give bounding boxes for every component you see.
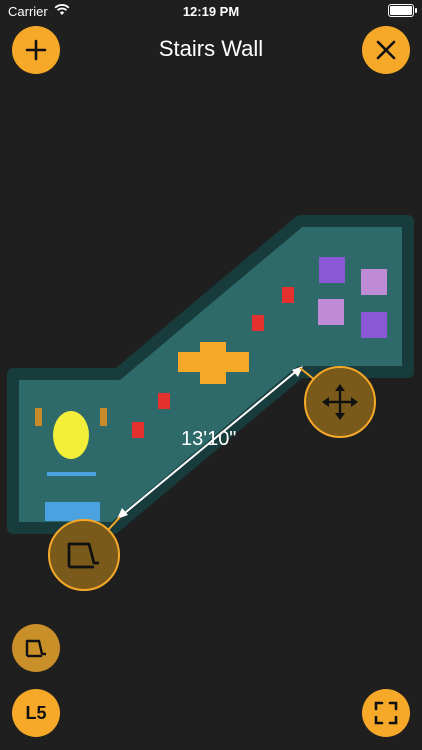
measurement-label: 13'10" bbox=[181, 428, 237, 450]
purple-square-2[interactable] bbox=[361, 312, 387, 338]
fullscreen-button[interactable] bbox=[362, 689, 410, 737]
orange-marker-left[interactable] bbox=[35, 408, 42, 426]
corner-handle[interactable] bbox=[48, 519, 120, 591]
blue-strip[interactable] bbox=[47, 472, 96, 476]
level-button[interactable]: L5 bbox=[12, 689, 60, 737]
lilac-square-1[interactable] bbox=[361, 269, 387, 295]
red-marker-3[interactable] bbox=[252, 315, 264, 331]
move-handle[interactable] bbox=[304, 366, 376, 438]
orange-marker-right[interactable] bbox=[100, 408, 107, 426]
lilac-square-2[interactable] bbox=[318, 299, 344, 325]
red-marker-4[interactable] bbox=[282, 287, 294, 303]
blue-block[interactable] bbox=[45, 502, 100, 521]
yellow-table[interactable] bbox=[53, 411, 89, 459]
fullscreen-icon bbox=[374, 701, 398, 725]
floor-plan[interactable] bbox=[0, 0, 422, 750]
red-marker-2[interactable] bbox=[158, 393, 170, 409]
corner-tool-icon bbox=[25, 639, 46, 658]
red-marker-1[interactable] bbox=[132, 422, 144, 438]
corner-tool-button[interactable] bbox=[12, 624, 60, 672]
purple-square-1[interactable] bbox=[319, 257, 345, 283]
